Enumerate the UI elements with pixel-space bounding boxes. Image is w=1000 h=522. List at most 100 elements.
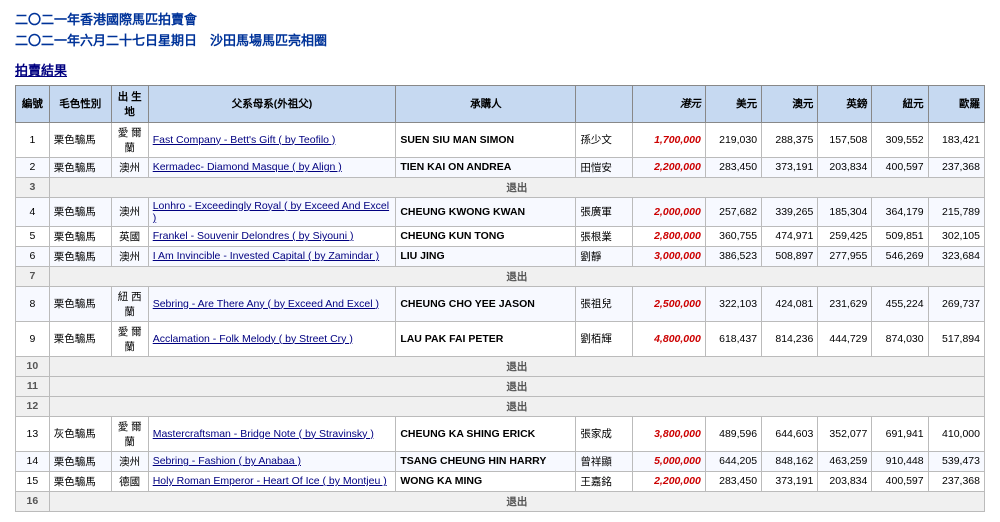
table-row: 8栗色騸馬紐 西 蘭Sebring - Are There Any ( by E…: [16, 286, 985, 321]
row-color: 栗色騸馬: [49, 286, 111, 321]
row-num: 3: [16, 177, 50, 197]
row-num: 5: [16, 226, 50, 246]
row-sire: Fast Company - Bett's Gift ( by Teofilo …: [148, 122, 396, 157]
row-nzd: 691,941: [872, 416, 928, 451]
row-buyer-cn: 張家成: [576, 416, 632, 451]
withdrawn-cell: 退出: [49, 356, 984, 376]
row-buyer-cn: 孫少文: [576, 122, 632, 157]
table-row: 15栗色騸馬德國Holy Roman Emperor - Heart Of Ic…: [16, 471, 985, 491]
row-usd: 283,450: [705, 471, 761, 491]
row-gbp: 463,259: [818, 451, 872, 471]
row-gbp: 203,834: [818, 471, 872, 491]
table-row: 5栗色騸馬英國Frankel - Souvenir Delondres ( by…: [16, 226, 985, 246]
row-birth: 英國: [111, 226, 148, 246]
row-birth: 愛 爾 蘭: [111, 122, 148, 157]
results-table: 編號 毛色性別 出 生地 父系母系(外祖父) 承購人 港元 美元 澳元 英鎊 紐…: [15, 85, 985, 512]
withdrawn-cell: 退出: [49, 491, 984, 511]
table-row: 12退出: [16, 396, 985, 416]
row-color: 栗色騸馬: [49, 321, 111, 356]
row-aud: 373,191: [762, 157, 818, 177]
row-gbp: 259,425: [818, 226, 872, 246]
row-hkd: 3,800,000: [632, 416, 705, 451]
col-header-buyer-cn: [576, 85, 632, 122]
row-num: 13: [16, 416, 50, 451]
row-nzd: 874,030: [872, 321, 928, 356]
row-nzd: 455,224: [872, 286, 928, 321]
row-gbp: 444,729: [818, 321, 872, 356]
col-header-eur: 歐羅: [928, 85, 984, 122]
col-header-gbp: 英鎊: [818, 85, 872, 122]
withdrawn-cell: 退出: [49, 266, 984, 286]
row-aud: 474,971: [762, 226, 818, 246]
row-num: 16: [16, 491, 50, 511]
row-sire: Frankel - Souvenir Delondres ( by Siyoun…: [148, 226, 396, 246]
row-aud: 373,191: [762, 471, 818, 491]
row-usd: 360,755: [705, 226, 761, 246]
row-nzd: 309,552: [872, 122, 928, 157]
table-row: 13灰色騸馬愛 爾 蘭Mastercraftsman - Bridge Note…: [16, 416, 985, 451]
row-sire: Kermadec- Diamond Masque ( by Align ): [148, 157, 396, 177]
row-sire: I Am Invincible - Invested Capital ( by …: [148, 246, 396, 266]
row-num: 8: [16, 286, 50, 321]
row-num: 10: [16, 356, 50, 376]
row-gbp: 231,629: [818, 286, 872, 321]
col-header-num: 編號: [16, 85, 50, 122]
row-birth: 德國: [111, 471, 148, 491]
row-num: 11: [16, 376, 50, 396]
row-num: 12: [16, 396, 50, 416]
row-nzd: 400,597: [872, 157, 928, 177]
row-usd: 644,205: [705, 451, 761, 471]
row-hkd: 2,500,000: [632, 286, 705, 321]
row-num: 9: [16, 321, 50, 356]
col-header-aud: 澳元: [762, 85, 818, 122]
row-hkd: 2,200,000: [632, 471, 705, 491]
row-color: 栗色騸馬: [49, 246, 111, 266]
row-buyer-cn: 張廣軍: [576, 197, 632, 226]
table-header-row: 編號 毛色性別 出 生地 父系母系(外祖父) 承購人 港元 美元 澳元 英鎊 紐…: [16, 85, 985, 122]
row-nzd: 364,179: [872, 197, 928, 226]
row-eur: 237,368: [928, 471, 984, 491]
row-sire: Sebring - Fashion ( by Anabaa ): [148, 451, 396, 471]
table-row: 2栗色騸馬澳州Kermadec- Diamond Masque ( by Ali…: [16, 157, 985, 177]
row-aud: 508,897: [762, 246, 818, 266]
table-row: 14栗色騸馬澳州Sebring - Fashion ( by Anabaa )T…: [16, 451, 985, 471]
table-row: 10退出: [16, 356, 985, 376]
row-hkd: 4,800,000: [632, 321, 705, 356]
title-line2: 二〇二一年六月二十七日星期日 沙田馬場馬匹亮相圈: [15, 31, 985, 52]
title-line1: 二〇二一年香港國際馬匹拍賣會: [15, 10, 985, 31]
row-hkd: 3,000,000: [632, 246, 705, 266]
row-eur: 183,421: [928, 122, 984, 157]
row-buyer-cn: 劉靜: [576, 246, 632, 266]
row-sire: Acclamation - Folk Melody ( by Street Cr…: [148, 321, 396, 356]
withdrawn-cell: 退出: [49, 376, 984, 396]
table-row: 7退出: [16, 266, 985, 286]
row-aud: 848,162: [762, 451, 818, 471]
row-aud: 288,375: [762, 122, 818, 157]
row-aud: 424,081: [762, 286, 818, 321]
row-eur: 215,789: [928, 197, 984, 226]
table-body: 1栗色騸馬愛 爾 蘭Fast Company - Bett's Gift ( b…: [16, 122, 985, 511]
main-container: 二〇二一年香港國際馬匹拍賣會 二〇二一年六月二十七日星期日 沙田馬場馬匹亮相圈 …: [0, 0, 1000, 522]
row-buyer-en: WONG KA MING: [396, 471, 576, 491]
row-buyer-en: LIU JING: [396, 246, 576, 266]
row-buyer-cn: 曾祥顯: [576, 451, 632, 471]
row-num: 15: [16, 471, 50, 491]
row-buyer-cn: 王嘉銘: [576, 471, 632, 491]
row-color: 灰色騸馬: [49, 416, 111, 451]
col-header-nzd: 紐元: [872, 85, 928, 122]
table-row: 16退出: [16, 491, 985, 511]
row-hkd: 5,000,000: [632, 451, 705, 471]
row-aud: 339,265: [762, 197, 818, 226]
row-eur: 517,894: [928, 321, 984, 356]
row-hkd: 2,000,000: [632, 197, 705, 226]
col-header-sire: 父系母系(外祖父): [148, 85, 396, 122]
withdrawn-cell: 退出: [49, 177, 984, 197]
row-birth: 紐 西 蘭: [111, 286, 148, 321]
row-usd: 386,523: [705, 246, 761, 266]
row-buyer-cn: 田愷安: [576, 157, 632, 177]
row-buyer-cn: 張根業: [576, 226, 632, 246]
row-aud: 814,236: [762, 321, 818, 356]
row-sire: Mastercraftsman - Bridge Note ( by Strav…: [148, 416, 396, 451]
row-eur: 410,000: [928, 416, 984, 451]
row-buyer-en: TIEN KAI ON ANDREA: [396, 157, 576, 177]
